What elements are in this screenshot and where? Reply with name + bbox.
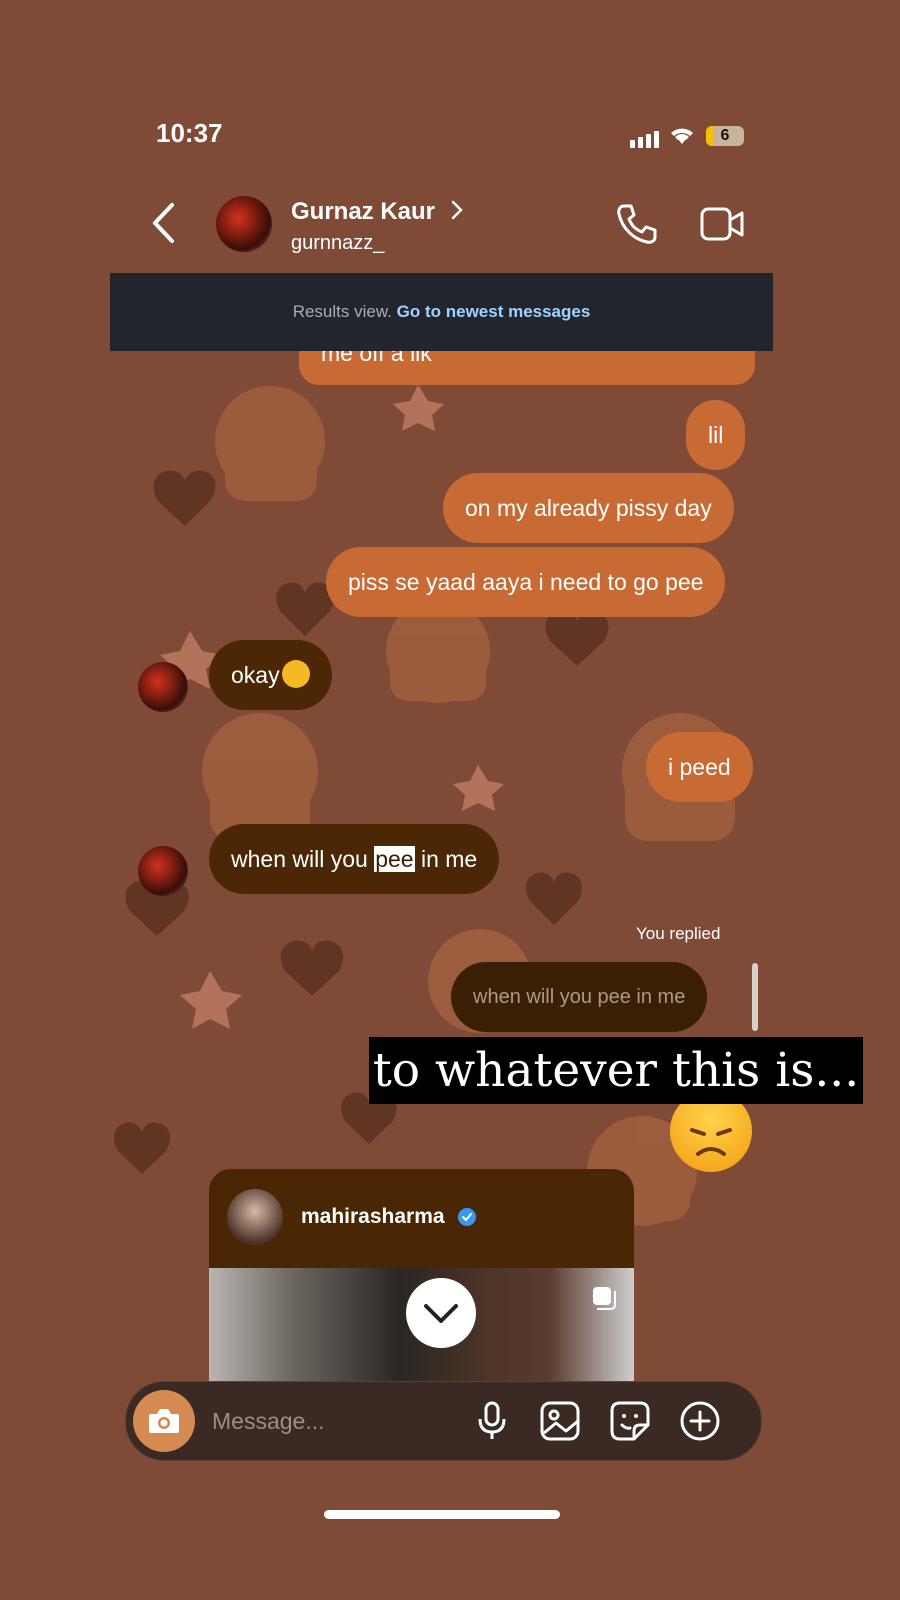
gallery-icon[interactable] [540,1401,580,1441]
message-text: when will you [231,846,375,872]
message-composer [125,1381,762,1461]
go-to-newest-link[interactable]: Go to newest messages [397,302,591,321]
scroll-down-button[interactable] [406,1278,476,1348]
results-view-banner: Results view. Go to newest messages [110,273,773,351]
message-input[interactable] [210,1400,464,1442]
plus-circle-icon[interactable] [680,1401,720,1441]
wifi-icon [671,128,693,144]
message-outgoing[interactable]: on my already pissy day [443,473,734,543]
message-outgoing[interactable]: me off a lik [299,351,755,385]
message-outgoing[interactable]: lil [686,400,746,470]
contact-name[interactable]: Gurnaz Kaur [291,198,435,226]
camera-button[interactable] [133,1390,195,1452]
camera-icon [149,1409,179,1433]
you-replied-label: You replied [636,924,721,943]
reply-quote[interactable]: when will you pee in me [451,962,708,1032]
multi-post-icon [593,1287,616,1310]
back-chevron-icon[interactable] [150,202,176,244]
sender-avatar[interactable] [138,662,188,712]
verified-badge-icon [458,1208,476,1226]
video-icon[interactable] [700,206,746,242]
sticker-icon[interactable] [610,1401,650,1441]
chevron-right-icon[interactable] [450,200,464,220]
contact-username: gurnnazz_ [291,232,385,254]
message-incoming[interactable]: when will you pee in me [209,824,500,894]
microphone-icon[interactable] [476,1401,508,1441]
status-time: 10:37 [156,118,223,148]
scrollbar[interactable] [752,963,758,1031]
overlay-caption: to whatever this is... [369,1037,863,1104]
shared-post-card[interactable]: mahirasharma [209,1169,634,1381]
chevron-down-icon [424,1304,458,1323]
battery-indicator: 6 [706,126,744,146]
results-view-label: Results view. [292,302,392,321]
message-incoming[interactable]: okay [209,640,332,710]
contact-avatar[interactable] [216,196,272,252]
message-outgoing[interactable]: piss se yaad aaya i need to go pee [326,547,726,617]
message-text: in me [414,846,478,872]
search-highlight: pee [374,846,415,872]
signal-icon [630,130,662,148]
phone-icon[interactable] [614,202,658,246]
home-indicator[interactable] [324,1510,560,1519]
message-outgoing[interactable]: i peed [646,732,753,802]
pensive-emoji-icon [281,660,310,688]
post-author-avatar[interactable] [227,1189,283,1245]
message-text: okay [231,662,280,688]
post-author-username[interactable]: mahirasharma [301,1205,445,1229]
sender-avatar[interactable] [138,846,188,896]
